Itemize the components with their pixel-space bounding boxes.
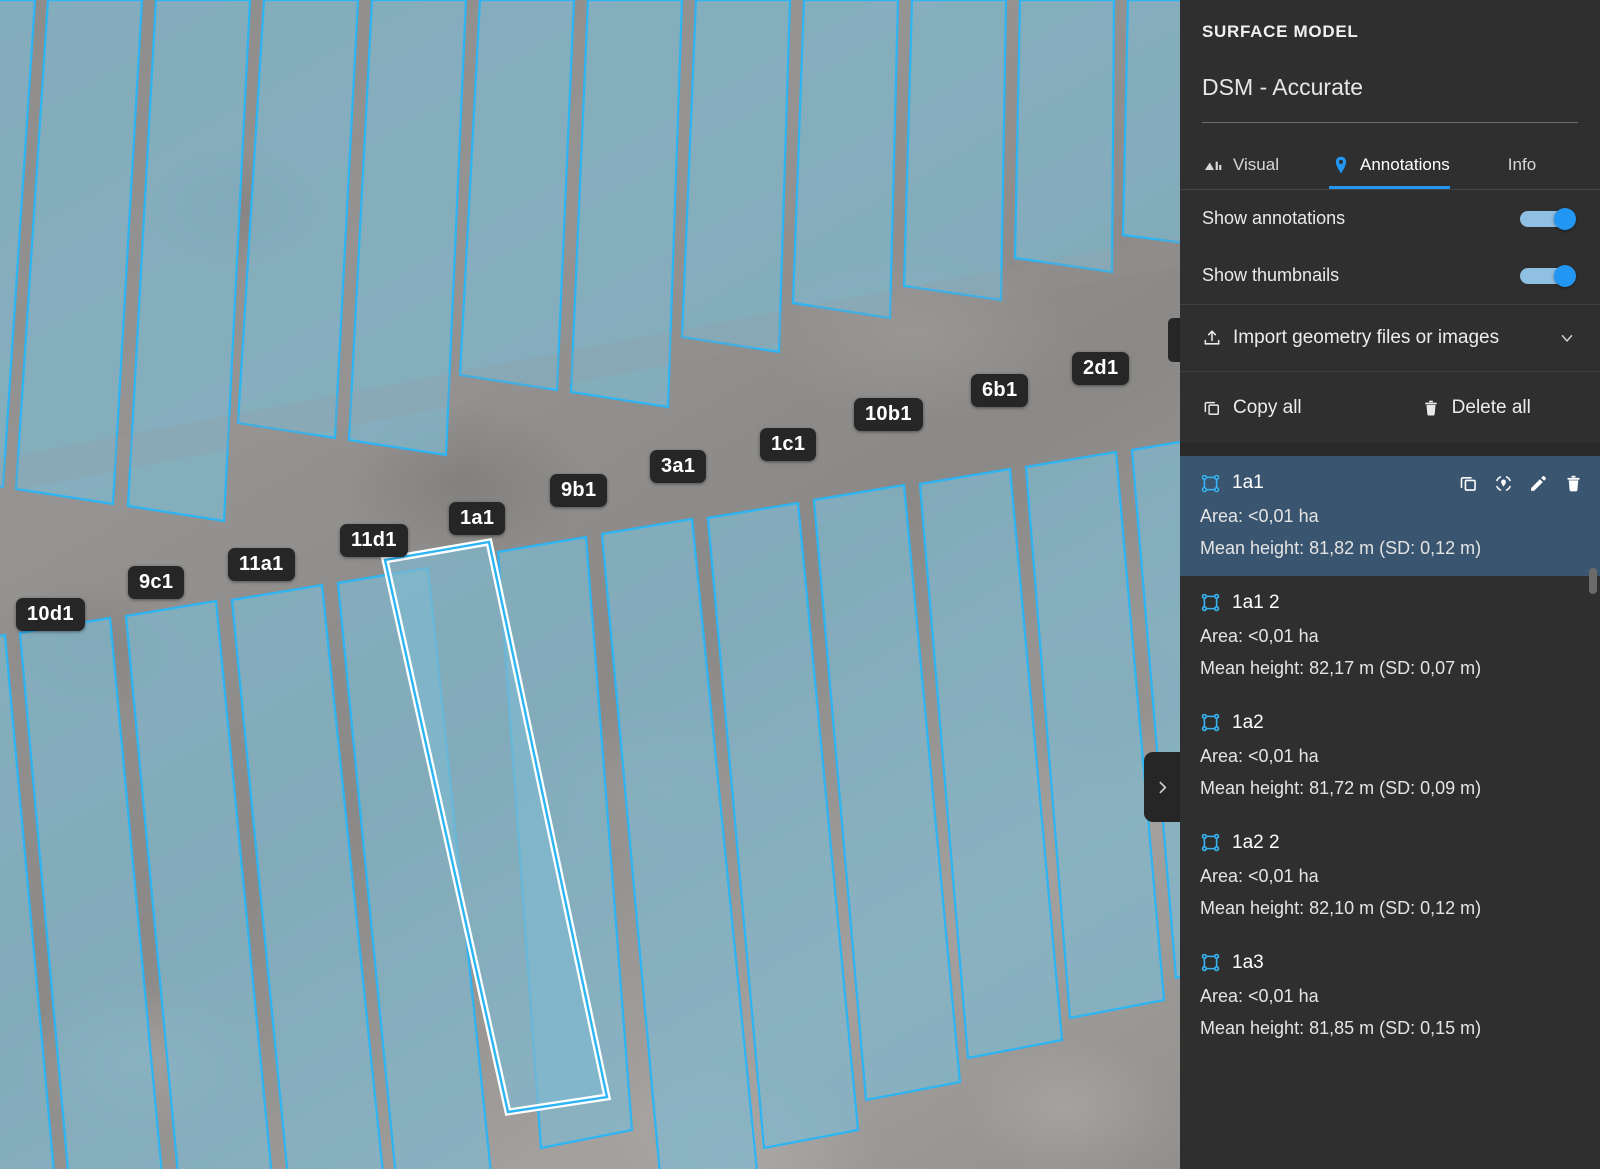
annotation-mean-height: Mean height: 81,85 m (SD: 0,15 m) <box>1200 1017 1482 1038</box>
map-label-6b1[interactable]: 6b1 <box>971 374 1029 407</box>
polygon-icon <box>1201 714 1220 732</box>
annotation-mean-height: Mean height: 81,72 m (SD: 0,09 m) <box>1200 777 1482 798</box>
tab-info-label: Info <box>1507 155 1537 174</box>
annotation-actions <box>1458 473 1584 494</box>
map-label-1a1[interactable]: 1a1 <box>449 502 506 535</box>
copy-icon <box>1204 401 1219 415</box>
chevron-right-icon <box>1159 781 1166 793</box>
panel-tabs: Visual Annotations Info <box>1180 141 1600 189</box>
annotation-mean-height: Mean height: 82,17 m (SD: 0,07 m) <box>1200 657 1482 678</box>
annotation-area: Area: <0,01 ha <box>1200 625 1319 646</box>
annotation-item-1a1[interactable]: 1a1 Area: <0,01 ha Mean height: 81,82 m (S… <box>1180 456 1600 576</box>
chart-mountain-icon <box>1204 161 1222 170</box>
delete-all-label: Delete all <box>1451 396 1531 418</box>
annotation-header: 1a3 <box>1200 950 1584 976</box>
annotation-header: 1a2 2 <box>1200 830 1584 856</box>
map-label-9c1[interactable]: 9c1 <box>128 566 185 599</box>
list-top-gap <box>1180 443 1600 456</box>
tab-visual[interactable]: Visual <box>1202 141 1287 189</box>
show-annotations-row[interactable]: Show annotations <box>1180 190 1600 247</box>
chevron-down-icon[interactable] <box>1558 329 1576 347</box>
panel-collapse-toggle[interactable] <box>1144 752 1180 822</box>
show-thumbnails-toggle[interactable] <box>1520 264 1576 287</box>
map-label-10b1[interactable]: 10b1 <box>854 398 923 431</box>
map-label-1c1[interactable]: 1c1 <box>760 428 817 461</box>
annotation-area: Area: <0,01 ha <box>1200 985 1319 1006</box>
annotation-name: 1a1 <box>1232 472 1264 493</box>
annotation-name: 1a1 2 <box>1232 591 1280 613</box>
toggle-knob <box>1554 264 1576 287</box>
import-geometry-button[interactable]: Import geometry files or images <box>1180 305 1600 371</box>
panel-title: SURFACE MODEL <box>1202 22 1359 41</box>
annotation-mean-height: Mean height: 81,82 m (SD: 0,12 m) <box>1200 537 1482 558</box>
annotation-name: 1a3 <box>1232 951 1264 973</box>
copy-all-button[interactable]: Copy all <box>1202 397 1302 419</box>
show-thumbnails-label: Show thumbnails <box>1202 265 1340 285</box>
upload-icon <box>1204 330 1220 345</box>
annotation-mean-height: Mean height: 82,10 m (SD: 0,12 m) <box>1200 897 1482 918</box>
map-pin-icon <box>1335 156 1347 174</box>
bulk-actions-row: Copy all Delete all <box>1180 372 1600 443</box>
annotation-area: Area: <0,01 ha <box>1200 865 1319 886</box>
edit-pencil-icon[interactable] <box>1528 473 1549 494</box>
tab-info[interactable]: Info <box>1506 141 1544 189</box>
map-label-2d1[interactable]: 2d1 <box>1072 352 1130 385</box>
polygon-icon <box>1200 832 1221 853</box>
annotation-item-1a3[interactable]: 1a3 Area: <0,01 ha Mean height: 81,85 m (S… <box>1180 936 1600 1056</box>
annotation-header: 1a1 <box>1200 470 1584 496</box>
show-thumbnails-row[interactable]: Show thumbnails <box>1180 247 1600 304</box>
toggle-knob <box>1554 207 1576 230</box>
annotation-item-1a2-2[interactable]: 1a2 2 Area: <0,01 ha Mean height: 82,10 m … <box>1180 816 1600 936</box>
surface-model-panel: SURFACE MODEL DSM - Accurate Visual Anno… <box>1180 0 1600 1169</box>
header-divider <box>1202 122 1578 123</box>
polygon-icon <box>1200 712 1221 733</box>
tab-annotations[interactable]: Annotations <box>1329 141 1458 189</box>
annotation-area: Area: <0,01 ha <box>1200 745 1319 766</box>
copy-icon[interactable] <box>1458 473 1479 494</box>
polygon-icon <box>1200 952 1221 973</box>
trash-icon[interactable] <box>1563 473 1584 494</box>
polygon-icon <box>1201 833 1220 852</box>
annotation-header: 1a1 2 <box>1200 590 1584 616</box>
panel-header: SURFACE MODEL DSM - Accurate <box>1180 0 1600 101</box>
polygon-icon <box>1201 474 1220 492</box>
locate-pin-icon[interactable] <box>1493 473 1514 494</box>
delete-all-button[interactable]: Delete all <box>1421 397 1531 419</box>
annotation-header: 1a2 <box>1200 710 1584 736</box>
map-label-9b1[interactable]: 9b1 <box>550 474 608 507</box>
show-annotations-label: Show annotations <box>1202 208 1346 228</box>
panel-edge-tab[interactable] <box>1168 318 1180 362</box>
map-label-3a1[interactable]: 3a1 <box>650 450 707 483</box>
map-viewport[interactable]: 10d1 9c1 11a1 11d1 1a1 9b1 3a1 1c1 10b1 6b1 2d1 <box>0 0 1180 1169</box>
import-geometry-label: Import geometry files or images <box>1233 327 1500 348</box>
annotation-item-1a1-2[interactable]: 1a1 2 Area: <0,01 ha Mean height: 82,17 m … <box>1180 576 1600 696</box>
trash-icon <box>1424 400 1437 416</box>
map-label-11d1[interactable]: 11d1 <box>340 524 408 557</box>
map-label-11a1[interactable]: 11a1 <box>228 548 295 581</box>
model-name: DSM - Accurate <box>1202 74 1364 100</box>
annotation-area: Area: <0,01 ha <box>1200 506 1319 526</box>
annotation-name: 1a2 <box>1232 711 1264 733</box>
map-label-10d1[interactable]: 10d1 <box>16 598 85 631</box>
polygon-icon <box>1200 592 1221 613</box>
polygon-icon <box>1200 473 1221 494</box>
tab-annotations-label: Annotations <box>1360 155 1450 174</box>
polygon-icon <box>1201 953 1220 972</box>
polygon-icon <box>1201 594 1220 612</box>
copy-all-label: Copy all <box>1233 396 1302 418</box>
panel-scrollbar-thumb[interactable] <box>1589 568 1597 594</box>
tab-visual-label: Visual <box>1233 155 1279 174</box>
annotation-name: 1a2 2 <box>1232 831 1280 853</box>
annotation-list[interactable]: 1a1 Area: <0,01 ha Mean height: 81,82 m (S… <box>1180 456 1600 1056</box>
show-annotations-toggle[interactable] <box>1520 207 1576 230</box>
annotation-item-1a2[interactable]: 1a2 Area: <0,01 ha Mean height: 81,72 m (S… <box>1180 696 1600 816</box>
